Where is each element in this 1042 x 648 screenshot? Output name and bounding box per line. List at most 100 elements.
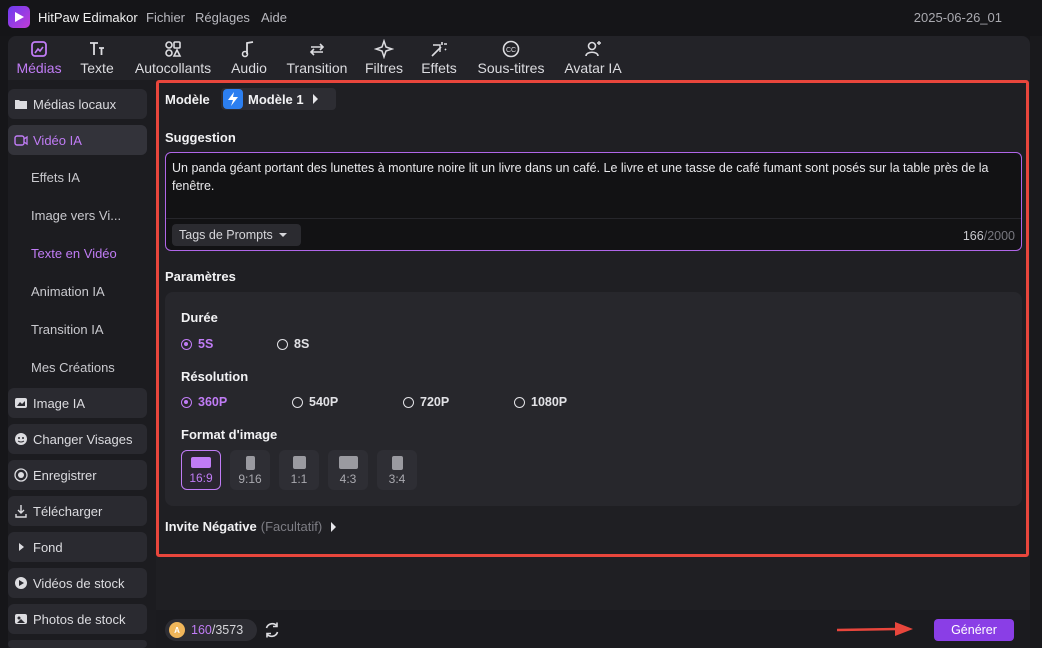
resolution-option-360p[interactable]: 360P: [181, 395, 227, 409]
face-swap-icon: [14, 432, 28, 446]
tab-audio-label: Audio: [231, 60, 267, 76]
tab-autocollants-label: Autocollants: [134, 60, 212, 76]
duration-option-label: 8S: [294, 337, 310, 351]
sidebar-item-videos-de-stock[interactable]: Vidéos de stock: [8, 568, 147, 598]
resolution-option-540p[interactable]: 540P: [292, 395, 338, 409]
sidebar-item-changer-visages[interactable]: Changer Visages: [8, 424, 147, 454]
resolution-label: Résolution: [181, 369, 249, 384]
tab-avatar-ia[interactable]: Avatar IA: [563, 39, 623, 79]
ratio-shape: [391, 456, 403, 470]
tab-audio[interactable]: Audio: [230, 39, 268, 79]
sidebar-sub-transition-ia[interactable]: Transition IA: [31, 322, 104, 337]
tab-sous-titres[interactable]: CC Sous-titres: [476, 39, 546, 79]
resolution-option-label: 1080P: [531, 395, 568, 409]
model-label: Modèle: [165, 92, 210, 107]
sidebar-item-label: Fond: [33, 539, 63, 555]
tab-transition-label: Transition: [286, 60, 348, 76]
radio-icon: [292, 396, 303, 408]
tab-filtres[interactable]: Filtres: [365, 39, 403, 79]
caret-down-icon: [278, 233, 287, 237]
resolution-option-label: 540P: [309, 395, 339, 409]
ratio-shape: [191, 457, 211, 468]
sidebar-item-telecharger[interactable]: Télécharger: [8, 496, 147, 526]
project-name: 2025-06-26_01: [913, 10, 1002, 25]
char-max: /2000: [983, 229, 1015, 243]
duration-label: Durée: [181, 310, 218, 325]
tab-filtres-label: Filtres: [364, 60, 404, 76]
sidebar-item-enregistrer[interactable]: Enregistrer: [8, 460, 147, 490]
main-toolbar: Médias Texte Autocollants Audio Transiti…: [8, 36, 1030, 80]
download-icon: [14, 504, 28, 518]
negative-prompt-optional: (Facultatif): [260, 519, 323, 534]
credits-badge: A 160/3573: [165, 619, 257, 641]
record-icon: [14, 468, 28, 482]
radio-icon: [181, 338, 192, 350]
prompt-tags-dropdown[interactable]: Tags de Prompts: [172, 224, 301, 246]
sidebar-item-video-ia[interactable]: Vidéo IA: [8, 125, 147, 155]
format-option-label: 4:3: [339, 472, 357, 486]
tab-effets[interactable]: Effets: [420, 39, 458, 79]
radio-icon: [277, 338, 288, 350]
menu-reglages[interactable]: Réglages: [195, 10, 250, 25]
resolution-option-label: 720P: [420, 395, 450, 409]
sidebar-item-label: Changer Visages: [33, 431, 133, 447]
model-selector[interactable]: Modèle 1: [221, 88, 336, 110]
negative-prompt-label: Invite Négative: [165, 519, 257, 534]
format-option-1-1[interactable]: 1:1: [279, 450, 319, 490]
image-icon: [14, 396, 28, 410]
right-edge-panel: [1030, 36, 1042, 648]
tab-avatar-ia-label: Avatar IA: [564, 60, 622, 76]
subtitles-icon: CC: [502, 40, 520, 58]
tab-sous-titres-label: Sous-titres: [477, 60, 545, 76]
format-option-3-4[interactable]: 3:4: [377, 450, 417, 490]
tab-texte[interactable]: Texte: [78, 39, 116, 79]
chevron-right-icon: [312, 94, 318, 104]
sidebar-item-medias-locaux[interactable]: Médias locaux: [8, 89, 147, 119]
sidebar-item-label: Image IA: [33, 395, 86, 411]
sidebar-item-fond[interactable]: Fond: [8, 532, 147, 562]
menu-fichier[interactable]: Fichier: [146, 10, 185, 25]
prompt-text[interactable]: Un panda géant portant des lunettes à mo…: [172, 159, 1017, 195]
sidebar-sub-texte-en-video[interactable]: Texte en Vidéo: [31, 246, 117, 261]
format-option-9-16[interactable]: 9:16: [230, 450, 270, 490]
media-icon: [31, 41, 47, 57]
stock-video-icon: [14, 576, 28, 590]
ai-video-icon: [14, 133, 28, 147]
resolution-option-720p[interactable]: 720P: [403, 395, 449, 409]
avatar-icon: [585, 41, 601, 57]
ratio-shape: [338, 456, 358, 469]
menu-aide[interactable]: Aide: [261, 10, 287, 25]
sidebar-item-label: Photos de stock: [33, 611, 126, 627]
tab-transition[interactable]: Transition: [286, 39, 348, 79]
chevron-right-icon: [331, 521, 337, 532]
duration-option-8s[interactable]: 8S: [277, 337, 309, 351]
resolution-option-label: 360P: [198, 395, 228, 409]
prompt-tags-label: Tags de Prompts: [179, 228, 273, 242]
sidebar-item-photos-de-stock[interactable]: Photos de stock: [8, 604, 147, 634]
magic-wand-icon: [431, 42, 447, 57]
sidebar-sub-mes-creations[interactable]: Mes Créations: [31, 360, 115, 375]
duration-option-label: 5S: [198, 337, 214, 351]
format-option-4-3[interactable]: 4:3: [328, 450, 368, 490]
sidebar-sub-image-vers-video[interactable]: Image vers Vi...: [31, 208, 121, 223]
ratio-shape: [292, 456, 306, 469]
stock-photo-icon: [14, 612, 28, 626]
credits-total: /3573: [211, 623, 244, 637]
duration-option-5s[interactable]: 5S: [181, 337, 213, 351]
tab-medias[interactable]: Médias: [16, 39, 62, 79]
app-logo-icon: [8, 6, 30, 28]
sidebar-item-image-ia[interactable]: Image IA: [8, 388, 147, 418]
refresh-icon[interactable]: [263, 621, 281, 639]
sidebar-sub-effets-ia[interactable]: Effets IA: [31, 170, 80, 185]
music-note-icon: [241, 41, 254, 58]
tab-medias-label: Médias: [16, 60, 62, 76]
prompt-textarea[interactable]: Un panda géant portant des lunettes à mo…: [165, 152, 1022, 251]
format-option-label: 9:16: [238, 472, 262, 486]
generate-button[interactable]: Générer: [934, 619, 1014, 641]
sidebar-sub-animation-ia[interactable]: Animation IA: [31, 284, 105, 299]
format-option-16-9[interactable]: 16:9: [181, 450, 221, 490]
resolution-option-1080p[interactable]: 1080P: [514, 395, 567, 409]
tab-autocollants[interactable]: Autocollants: [134, 39, 212, 79]
title-bar: HitPaw Edimakor Fichier Réglages Aide 20…: [0, 0, 1042, 36]
negative-prompt-toggle[interactable]: Invite Négative (Facultatif): [165, 519, 337, 534]
